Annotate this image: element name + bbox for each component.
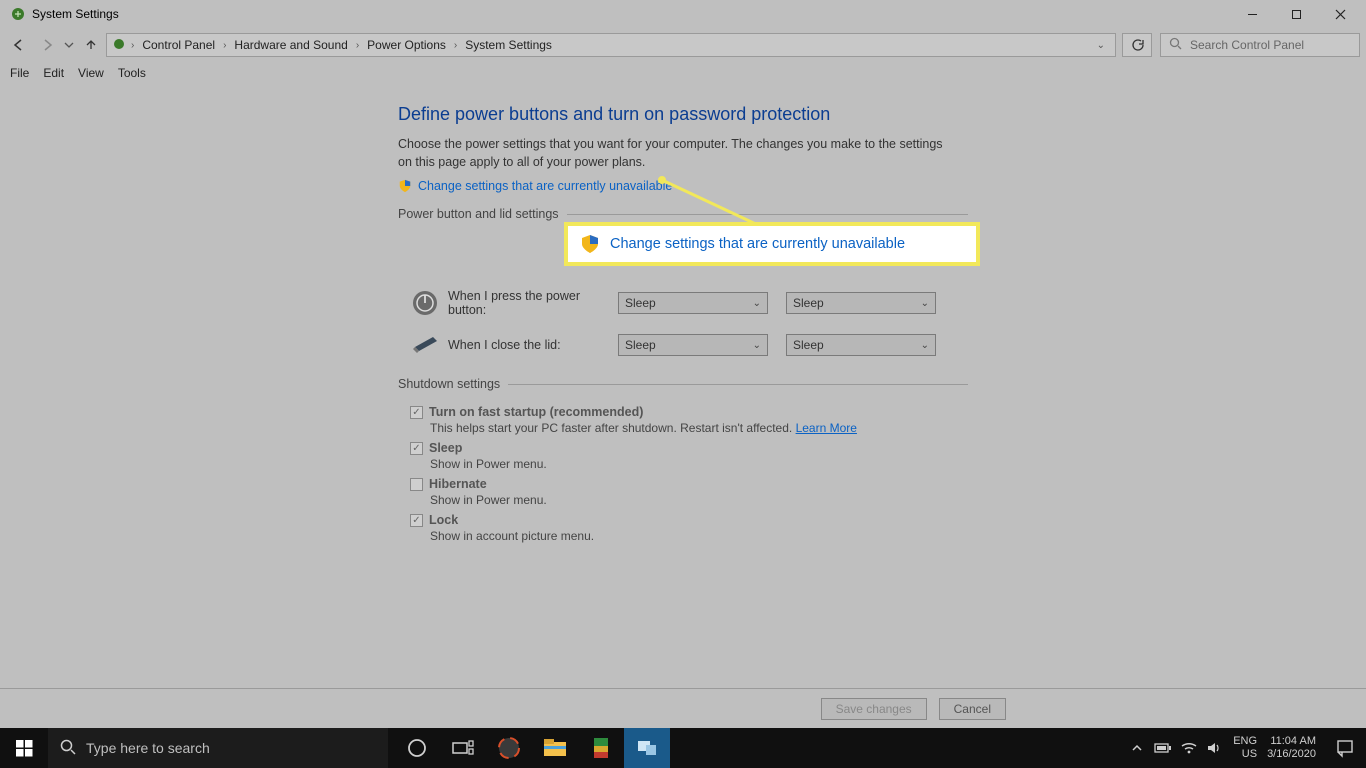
volume-icon[interactable] — [1207, 740, 1223, 756]
taskbar-app-2[interactable] — [578, 728, 624, 768]
chevron-down-icon: ⌄ — [921, 340, 929, 351]
window-title: System Settings — [32, 7, 1230, 21]
taskbar-app-1[interactable] — [486, 728, 532, 768]
hibernate-label: Hibernate — [429, 477, 487, 491]
power-button-row: When I press the power button: Sleep⌄ Sl… — [410, 287, 1366, 319]
callout-highlight: Change settings that are currently unava… — [564, 222, 980, 266]
shield-icon — [580, 234, 600, 254]
power-icon — [410, 288, 440, 318]
menu-edit[interactable]: Edit — [43, 66, 64, 80]
language-indicator[interactable]: ENG US — [1233, 735, 1257, 761]
page-description: Choose the power settings that you want … — [398, 135, 958, 171]
clock[interactable]: 11:04 AM 3/16/2020 — [1267, 735, 1316, 761]
taskbar: Type here to search ENG US 11:04 AM 3/16… — [0, 728, 1366, 768]
lid-battery-dropdown[interactable]: Sleep⌄ — [618, 334, 768, 356]
section-power-buttons: Power button and lid settings — [398, 207, 968, 221]
search-input[interactable]: Search Control Panel — [1160, 33, 1360, 57]
menu-view[interactable]: View — [78, 66, 104, 80]
admin-link-row: Change settings that are currently unava… — [398, 179, 1366, 193]
breadcrumb-segment[interactable]: System Settings — [461, 38, 556, 52]
up-button[interactable] — [78, 32, 104, 58]
battery-icon[interactable] — [1155, 740, 1171, 756]
lock-checkbox[interactable] — [410, 514, 423, 527]
shield-icon — [398, 179, 412, 193]
menu-tools[interactable]: Tools — [118, 66, 146, 80]
app-icon — [10, 6, 26, 22]
search-icon — [60, 739, 76, 758]
start-button[interactable] — [0, 728, 48, 768]
learn-more-link[interactable]: Learn More — [796, 421, 857, 435]
lock-item: Lock Show in account picture menu. — [410, 513, 1366, 543]
window-controls — [1230, 0, 1362, 28]
section-label: Power button and lid settings — [398, 207, 559, 221]
chevron-down-icon: ⌄ — [921, 298, 929, 309]
fast-startup-item: Turn on fast startup (recommended) This … — [410, 405, 1366, 435]
file-explorer-icon[interactable] — [532, 728, 578, 768]
sleep-label: Sleep — [429, 441, 462, 455]
lock-desc: Show in account picture menu. — [430, 529, 1366, 543]
close-button[interactable] — [1318, 0, 1362, 28]
tray-overflow-icon[interactable] — [1129, 740, 1145, 756]
lid-plugged-dropdown[interactable]: Sleep⌄ — [786, 334, 936, 356]
lid-row: When I close the lid: Sleep⌄ Sleep⌄ — [410, 329, 1366, 361]
chevron-right-icon: › — [452, 40, 459, 51]
hibernate-checkbox[interactable] — [410, 478, 423, 491]
lid-label: When I close the lid: — [448, 338, 618, 352]
section-label: Shutdown settings — [398, 377, 500, 391]
fast-startup-label: Turn on fast startup (recommended) — [429, 405, 643, 419]
search-icon — [1169, 37, 1182, 53]
breadcrumb[interactable]: › Control Panel › Hardware and Sound › P… — [106, 33, 1116, 57]
back-button[interactable] — [6, 32, 32, 58]
chevron-down-icon[interactable]: ⌄ — [1091, 40, 1111, 51]
taskbar-app-3[interactable] — [624, 728, 670, 768]
laptop-icon — [410, 330, 440, 360]
taskbar-search-placeholder: Type here to search — [86, 740, 210, 756]
fast-startup-desc: This helps start your PC faster after sh… — [430, 421, 796, 435]
callout-text: Change settings that are currently unava… — [610, 236, 905, 252]
chevron-right-icon: › — [221, 40, 228, 51]
breadcrumb-segment[interactable]: Power Options — [363, 38, 450, 52]
sleep-desc: Show in Power menu. — [430, 457, 1366, 471]
chevron-down-icon: ⌄ — [753, 298, 761, 309]
minimize-button[interactable] — [1230, 0, 1274, 28]
breadcrumb-icon — [111, 36, 127, 55]
content-area: Define power buttons and turn on passwor… — [0, 84, 1366, 708]
lock-label: Lock — [429, 513, 458, 527]
change-settings-link[interactable]: Change settings that are currently unava… — [418, 179, 672, 193]
action-center-icon[interactable] — [1324, 728, 1366, 768]
maximize-button[interactable] — [1274, 0, 1318, 28]
breadcrumb-segment[interactable]: Control Panel — [138, 38, 219, 52]
task-view-icon[interactable] — [440, 728, 486, 768]
power-button-plugged-dropdown[interactable]: Sleep⌄ — [786, 292, 936, 314]
chevron-right-icon: › — [354, 40, 361, 51]
bottom-bar: Save changes Cancel — [0, 688, 1366, 728]
sleep-checkbox[interactable] — [410, 442, 423, 455]
fast-startup-checkbox[interactable] — [410, 406, 423, 419]
breadcrumb-segment[interactable]: Hardware and Sound — [230, 38, 351, 52]
nav-bar: › Control Panel › Hardware and Sound › P… — [0, 28, 1366, 62]
sleep-item: Sleep Show in Power menu. — [410, 441, 1366, 471]
chevron-down-icon: ⌄ — [753, 340, 761, 351]
wifi-icon[interactable] — [1181, 740, 1197, 756]
section-shutdown: Shutdown settings — [398, 377, 968, 391]
power-button-battery-dropdown[interactable]: Sleep⌄ — [618, 292, 768, 314]
save-button[interactable]: Save changes — [821, 698, 927, 720]
menu-file[interactable]: File — [10, 66, 29, 80]
hibernate-item: Hibernate Show in Power menu. — [410, 477, 1366, 507]
recent-locations-button[interactable] — [62, 32, 76, 58]
page-heading: Define power buttons and turn on passwor… — [398, 104, 1366, 125]
title-bar: System Settings — [0, 0, 1366, 28]
hibernate-desc: Show in Power menu. — [430, 493, 1366, 507]
chevron-right-icon: › — [129, 40, 136, 51]
menu-bar: File Edit View Tools — [0, 62, 1366, 84]
cancel-button[interactable]: Cancel — [939, 698, 1006, 720]
search-placeholder: Search Control Panel — [1190, 38, 1304, 52]
cortana-icon[interactable] — [394, 728, 440, 768]
forward-button[interactable] — [34, 32, 60, 58]
refresh-button[interactable] — [1122, 33, 1152, 57]
taskbar-search[interactable]: Type here to search — [48, 728, 388, 768]
system-tray: ENG US 11:04 AM 3/16/2020 — [1121, 735, 1324, 761]
power-button-label: When I press the power button: — [448, 289, 618, 317]
